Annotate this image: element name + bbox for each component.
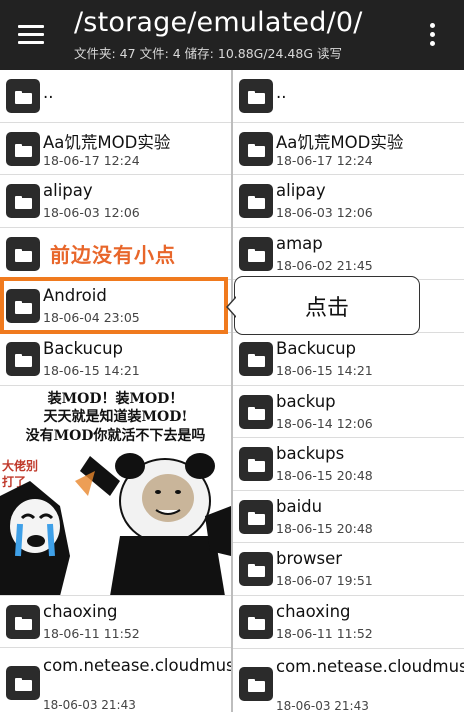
folder-icon — [239, 604, 273, 639]
folder-icon — [239, 341, 273, 376]
file-name: backups — [276, 444, 345, 464]
list-item[interactable]: chaoxing 18-06-11 11:52 — [233, 595, 464, 649]
list-item[interactable]: alipay 18-06-03 12:06 — [233, 175, 464, 228]
app-toolbar: /storage/emulated/0/ 文件夹: 47 文件: 4 储存: 1… — [0, 0, 464, 70]
file-name: Aa饥荒MOD实验 — [43, 132, 171, 152]
list-item[interactable]: Backucup 18-06-15 14:21 — [233, 332, 464, 386]
list-item[interactable]: baidu 18-06-15 20:48 — [233, 490, 464, 544]
file-name: Backucup — [276, 338, 357, 358]
left-file-pane: .. Aa饥荒MOD实验 18-06-17 12:24 alipay 18-06… — [0, 70, 231, 712]
file-name: baidu — [276, 496, 323, 516]
list-item[interactable]: Aa饥荒MOD实验 18-06-17 12:24 — [233, 122, 464, 176]
list-item[interactable]: amap 18-06-02 21:45 — [233, 227, 464, 281]
file-date: 18-06-15 20:48 — [276, 520, 373, 536]
folder-icon — [6, 604, 40, 639]
folder-icon — [6, 236, 40, 271]
folder-icon — [6, 666, 40, 701]
file-date: 18-06-03 12:06 — [276, 205, 373, 221]
list-item[interactable]: backup 18-06-14 12:06 — [233, 385, 464, 439]
list-item[interactable]: Backucup 18-06-15 14:21 — [0, 332, 231, 386]
hamburger-menu-icon[interactable] — [14, 18, 48, 52]
folder-icon — [239, 394, 273, 429]
list-item[interactable]: chaoxing 18-06-11 11:52 — [0, 595, 231, 649]
folder-icon — [239, 499, 273, 534]
file-date: 18-06-17 12:24 — [43, 152, 140, 168]
file-name: chaoxing — [276, 601, 351, 621]
file-name: Backucup — [43, 338, 124, 358]
file-date: 18-06-15 14:21 — [43, 362, 140, 378]
file-date: 18-06-14 12:06 — [276, 415, 373, 431]
list-item[interactable]: Aa饥荒MOD实验 18-06-17 12:24 — [0, 122, 231, 176]
callout-text: 点击 — [304, 296, 349, 321]
storage-stats: 文件夹: 47 文件: 4 储存: 10.88G/24.48G 读写 — [74, 46, 342, 61]
android-highlight-box — [0, 277, 228, 334]
list-item-parent-dir[interactable]: .. — [0, 70, 231, 123]
file-date: 18-06-15 20:48 — [276, 468, 373, 484]
file-name: com.netease.cloudmusic — [43, 656, 231, 676]
folder-icon — [239, 131, 273, 166]
right-file-pane: .. Aa饥荒MOD实验 18-06-17 12:24 alipay 18-06… — [233, 70, 464, 712]
file-name: alipay — [43, 181, 93, 201]
file-name: browser — [276, 549, 343, 569]
list-item[interactable]: backups 18-06-15 20:48 — [233, 438, 464, 491]
folder-icon — [239, 79, 273, 113]
folder-icon — [6, 79, 40, 113]
file-date: 18-06-17 12:24 — [276, 152, 373, 168]
more-vert-icon[interactable] — [422, 20, 444, 50]
folder-icon — [239, 236, 273, 271]
file-name: alipay — [276, 181, 326, 201]
current-path-title: /storage/emulated/0/ — [74, 7, 363, 38]
file-name: .. — [43, 83, 54, 102]
file-date: 18-06-02 21:45 — [276, 257, 373, 273]
panda-meme-illustration — [0, 452, 231, 595]
folder-icon — [6, 131, 40, 166]
list-item[interactable]: alipay 18-06-03 12:06 — [0, 175, 231, 228]
file-name: chaoxing — [43, 601, 118, 621]
file-date: 18-06-03 21:43 — [276, 698, 369, 712]
list-item[interactable]: com.netease.cloudmusic 18-06-03 21:43 — [233, 648, 464, 712]
list-item-parent-dir[interactable]: .. — [233, 70, 464, 123]
file-date: 18-06-15 14:21 — [276, 362, 373, 378]
meme-image: 装MOD！装MOD！ 天天就是知道装MOD! 没有MOD你就活不下去是吗 大佬别… — [0, 385, 231, 596]
file-name: .. — [276, 83, 287, 102]
folder-icon — [6, 184, 40, 219]
list-item[interactable]: browser 18-06-07 19:51 — [233, 543, 464, 596]
folder-icon — [239, 666, 273, 701]
folder-icon — [239, 552, 273, 587]
file-name: backup — [276, 391, 336, 411]
file-date: 18-06-11 11:52 — [276, 625, 373, 641]
folder-icon — [6, 341, 40, 376]
file-name: amap — [276, 233, 323, 253]
folder-icon — [239, 447, 273, 482]
file-date: 18-06-03 21:43 — [43, 698, 136, 712]
list-item[interactable]: com.netease.cloudmusic 18-06-03 21:43 — [0, 648, 231, 712]
file-date: 18-06-03 12:06 — [43, 205, 140, 221]
file-date: 18-06-11 11:52 — [43, 625, 140, 641]
folder-icon — [239, 184, 273, 219]
file-name: Aa饥荒MOD实验 — [276, 132, 404, 152]
file-name: com.netease.cloudmusic — [276, 656, 464, 676]
annotation-note: 前边没有小点 — [50, 243, 176, 267]
file-date: 18-06-07 19:51 — [276, 573, 373, 589]
